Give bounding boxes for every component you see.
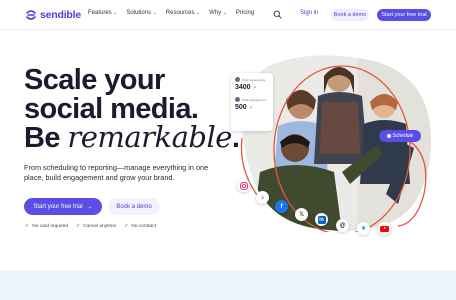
book-demo-button[interactable]: Book a demo: [331, 8, 369, 21]
menu-item-label: Pricing: [235, 10, 255, 16]
menu-item-pricing[interactable]: Pricing: [236, 10, 254, 16]
sign-in-link[interactable]: Sign in: [300, 10, 318, 16]
checkmark-icon: ✓: [75, 223, 81, 229]
analytics-card: Total impressions 3400 ↗ Total engagement…: [231, 73, 273, 131]
stat-label: Total engagement: [242, 97, 266, 102]
assurance-label: Cancel anytime: [83, 223, 117, 229]
menu-item-label: Resources: [165, 10, 195, 16]
menu-item-label: Solutions: [126, 10, 152, 16]
hero-start-trial-label: Start your free trial: [33, 203, 83, 210]
stat-engagement: Total engagement 500 ↗: [235, 97, 269, 111]
assurance-label: No card required: [32, 223, 68, 229]
stat-impressions: Total impressions 3400 ↗: [235, 77, 269, 91]
hero-subtext: From scheduling to reporting—manage ever…: [24, 163, 209, 182]
trend-up-icon: ↗: [252, 85, 256, 90]
top-nav: sendible Features ⌄ Solutions ⌄ Resources ⌄…: [0, 0, 456, 30]
bluesky-icon: ❦: [357, 222, 370, 235]
chevron-down-icon: ⌄: [152, 10, 157, 16]
assurance-label: No contract: [131, 223, 156, 229]
menu-item-label: Why: [209, 10, 222, 16]
schedule-label: Schedule: [392, 133, 414, 139]
arrow-right-icon: →: [86, 203, 93, 210]
logo-text: sendible: [40, 9, 81, 21]
trend-up-icon: ↗: [248, 105, 253, 110]
menu-item-resources[interactable]: Resources ⌄: [166, 10, 200, 16]
linkedin-icon: in: [315, 213, 328, 226]
hero-assurances: ✓ No card required ✓ Cancel anytime ✓ No co…: [25, 223, 164, 229]
headline-remarkable: remarkable: [67, 120, 232, 154]
tiktok-icon: ♪: [256, 191, 269, 204]
headline-line-1: Scale your: [24, 64, 165, 96]
threads-icon: @: [336, 219, 349, 232]
start-trial-button[interactable]: Start your free trial: [377, 8, 431, 21]
youtube-icon: [378, 222, 391, 235]
eye-icon: [235, 77, 240, 82]
menu-item-solutions[interactable]: Solutions ⌄: [126, 10, 156, 16]
assurance-item: ✓ No contract: [124, 223, 156, 229]
schedule-button[interactable]: Schedule: [379, 130, 421, 142]
assurance-item: ✓ Cancel anytime: [76, 223, 116, 229]
headline-line-3: Be remarkable.: [24, 120, 240, 154]
assurance-item: ✓ No card required: [25, 223, 68, 229]
chevron-down-icon: ⌄: [222, 10, 227, 16]
x-icon: 𝕏: [295, 208, 308, 221]
clock-icon: [386, 134, 391, 138]
chevron-down-icon: ⌄: [195, 10, 201, 16]
headline-be: Be: [24, 122, 68, 154]
checkmark-icon: ✓: [124, 223, 129, 229]
instagram-icon: [237, 179, 250, 192]
headline-line-2: social media.: [24, 92, 199, 125]
menu-item-label: Features: [88, 10, 112, 16]
search-icon[interactable]: [273, 10, 282, 19]
checkmark-icon: ✓: [25, 223, 30, 229]
sendible-logo-icon: [26, 10, 36, 20]
stat-label: Total impressions: [242, 77, 266, 82]
heart-icon: [235, 97, 240, 102]
next-section-band: [0, 270, 456, 300]
stat-value: 500: [235, 104, 247, 111]
facebook-icon: f: [275, 200, 288, 213]
chevron-down-icon: ⌄: [113, 10, 118, 16]
main-menu: Features ⌄ Solutions ⌄ Resources ⌄ Why ⌄ Pri…: [88, 10, 263, 16]
hero-headline: Scale your social media. Be remarkable.: [24, 64, 240, 154]
stat-value: 3400: [235, 84, 251, 91]
menu-item-features[interactable]: Features ⌄: [88, 10, 117, 16]
menu-item-why[interactable]: Why ⌄: [209, 10, 227, 16]
hero-book-demo-button[interactable]: Book a demo: [108, 198, 160, 215]
hero-start-trial-button[interactable]: Start your free trial →: [24, 198, 102, 215]
sendible-logo[interactable]: sendible: [25, 8, 81, 22]
